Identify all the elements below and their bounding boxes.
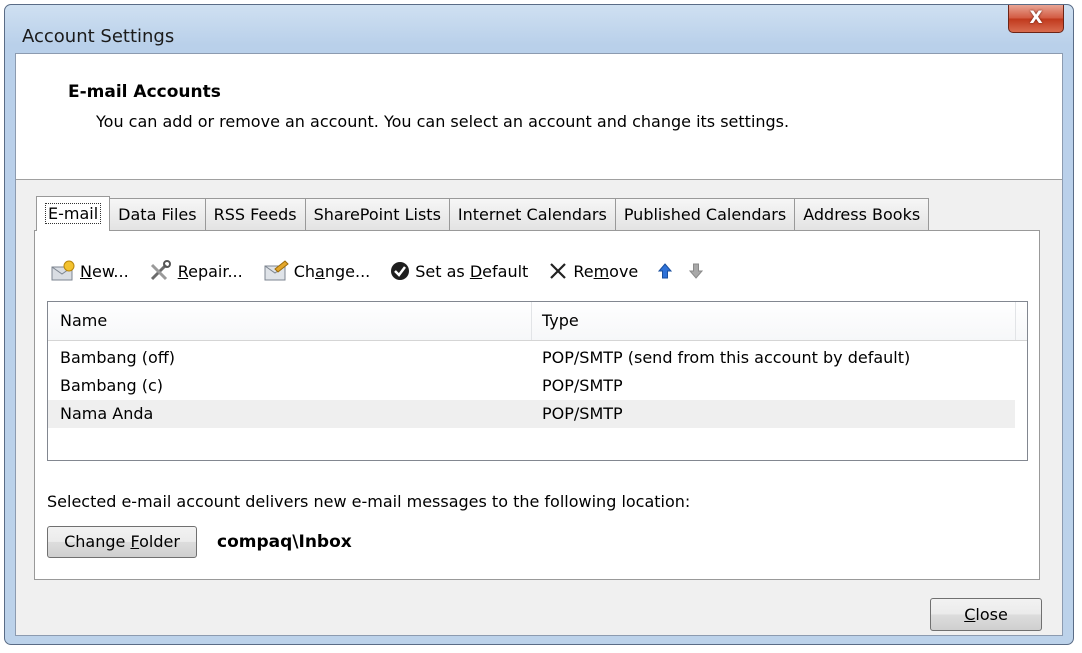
account-settings-window: Account Settings X E-mail Accounts You c… xyxy=(4,4,1074,645)
section-title: E-mail Accounts xyxy=(68,82,221,102)
account-name: Nama Anda xyxy=(60,404,154,423)
arrow-up-icon xyxy=(658,263,673,279)
remove-button[interactable]: Remove xyxy=(548,261,638,281)
accounts-list[interactable]: Name Type Bambang (off) POP/SMTP (send f… xyxy=(47,301,1028,461)
move-down-button[interactable] xyxy=(689,263,708,279)
dialog-client: E-mail Accounts You can add or remove an… xyxy=(15,53,1063,636)
email-tab-panel: New... Repair... Change... Set as Defaul… xyxy=(34,230,1040,580)
tab-email[interactable]: E-mail xyxy=(36,196,111,231)
tab-strip: E-mail Data Files RSS Feeds SharePoint L… xyxy=(36,196,930,231)
window-close-button[interactable]: X xyxy=(1008,5,1064,33)
repair-tools-icon xyxy=(150,260,171,281)
account-toolbar: New... Repair... Change... Set as Defaul… xyxy=(51,257,728,285)
account-type: POP/SMTP xyxy=(542,404,623,423)
tab-sharepoint-lists[interactable]: SharePoint Lists xyxy=(304,198,450,230)
change-button[interactable]: Change... xyxy=(263,260,371,282)
remove-x-icon xyxy=(550,263,567,279)
repair-button[interactable]: Repair... xyxy=(149,260,243,282)
delivery-location-text: Selected e-mail account delivers new e-m… xyxy=(47,492,691,511)
tab-address-books[interactable]: Address Books xyxy=(794,198,930,230)
list-header: Name Type xyxy=(48,302,1027,341)
tab-published-calendars[interactable]: Published Calendars xyxy=(614,198,796,230)
account-type: POP/SMTP (send from this account by defa… xyxy=(542,348,911,367)
set-as-default-button[interactable]: Set as Default xyxy=(390,261,528,281)
arrow-down-icon xyxy=(689,263,704,279)
tab-data-files[interactable]: Data Files xyxy=(109,198,206,230)
column-header-type[interactable]: Type xyxy=(542,311,579,330)
remove-label: Remove xyxy=(573,261,639,281)
new-label: New... xyxy=(80,261,129,281)
account-name: Bambang (off) xyxy=(60,348,176,367)
column-divider[interactable] xyxy=(1015,302,1016,340)
move-up-button[interactable] xyxy=(658,263,677,279)
set-as-default-label: Set as Default xyxy=(415,261,529,281)
new-button[interactable]: New... xyxy=(51,260,129,282)
new-account-icon xyxy=(51,260,75,281)
account-type: POP/SMTP xyxy=(542,376,623,395)
delivery-folder-path: compaq\Inbox xyxy=(217,532,352,552)
change-folder-button[interactable]: Change Folder xyxy=(47,526,197,558)
header-panel: E-mail Accounts You can add or remove an… xyxy=(16,54,1062,180)
change-label: Change... xyxy=(293,261,371,281)
repair-label: Repair... xyxy=(177,261,243,281)
table-row[interactable]: Bambang (off) POP/SMTP (send from this a… xyxy=(48,344,1015,372)
column-divider[interactable] xyxy=(531,302,532,340)
table-row[interactable]: Bambang (c) POP/SMTP xyxy=(48,372,1015,400)
close-button[interactable]: Close xyxy=(930,598,1042,631)
section-description: You can add or remove an account. You ca… xyxy=(96,112,790,131)
tab-rss-feeds[interactable]: RSS Feeds xyxy=(204,198,306,230)
column-header-name[interactable]: Name xyxy=(60,311,107,330)
tab-internet-calendars[interactable]: Internet Calendars xyxy=(448,198,616,230)
table-row-selected[interactable]: Nama Anda POP/SMTP xyxy=(48,400,1015,428)
window-title: Account Settings xyxy=(22,26,175,47)
change-icon xyxy=(264,260,289,281)
account-name: Bambang (c) xyxy=(60,376,163,395)
checkmark-icon xyxy=(391,262,410,280)
